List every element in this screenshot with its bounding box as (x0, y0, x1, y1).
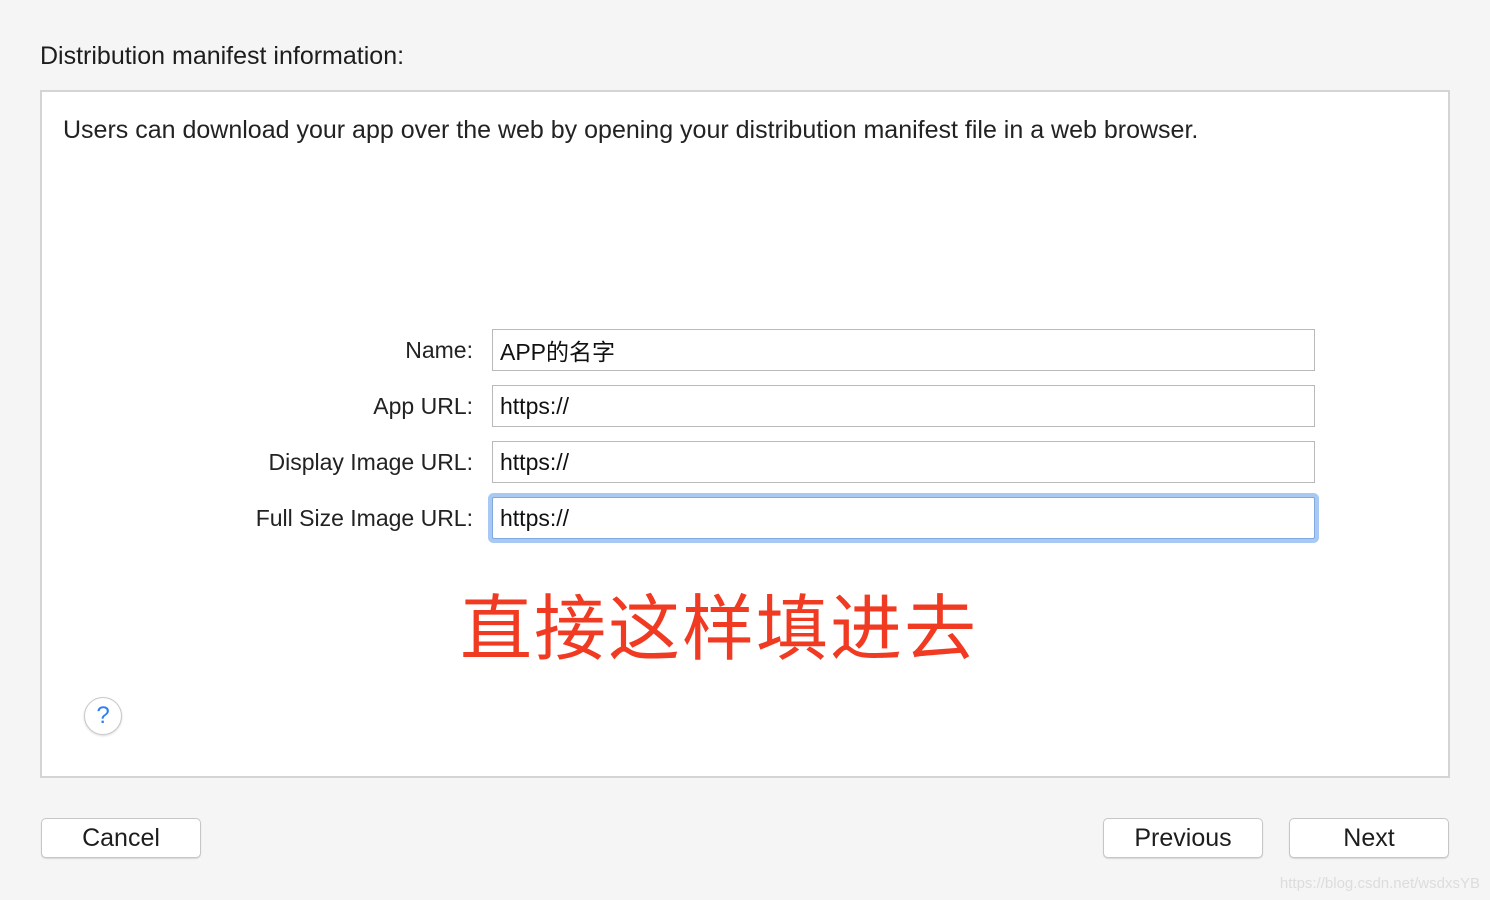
next-button[interactable]: Next (1289, 818, 1449, 858)
full-size-image-url-input[interactable] (492, 497, 1315, 539)
help-button[interactable]: ? (84, 697, 122, 735)
cancel-button[interactable]: Cancel (41, 818, 201, 858)
name-label: Name: (405, 337, 473, 363)
app-url-input[interactable] (492, 385, 1315, 427)
app-url-field-row: App URL: (42, 385, 1448, 427)
name-field-row: Name: (42, 329, 1448, 371)
app-url-label: App URL: (373, 393, 473, 419)
annotation-text: 直接这样填进去 (460, 587, 979, 671)
watermark: https://blog.csdn.net/wsdxsYB (1279, 875, 1480, 892)
section-title: Distribution manifest information: (40, 42, 405, 70)
description-text: Users can download your app over the web… (63, 116, 1199, 144)
manifest-panel: Users can download your app over the web… (40, 90, 1450, 778)
full-size-image-url-field-row: Full Size Image URL: (42, 497, 1448, 539)
display-image-url-field-row: Display Image URL: (42, 441, 1448, 483)
display-image-url-label: Display Image URL: (268, 449, 473, 475)
previous-button[interactable]: Previous (1103, 818, 1263, 858)
name-input[interactable] (492, 329, 1315, 371)
question-mark-icon: ? (96, 702, 110, 729)
display-image-url-input[interactable] (492, 441, 1315, 483)
full-size-image-url-label: Full Size Image URL: (255, 505, 473, 531)
